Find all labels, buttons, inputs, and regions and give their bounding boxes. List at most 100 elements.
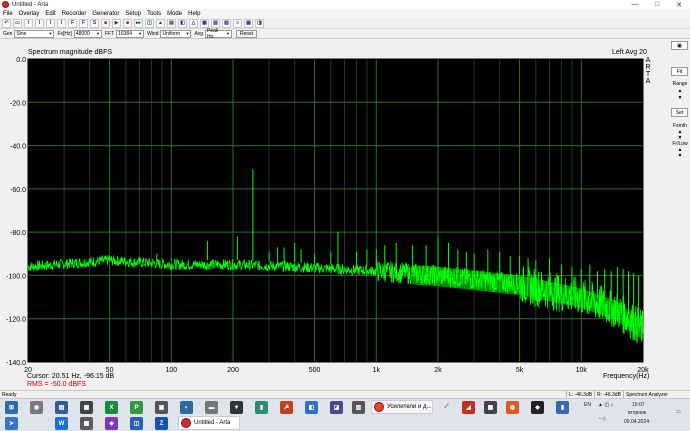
app-icon[interactable]: ▣ [155, 401, 168, 414]
z-app-icon[interactable]: Z [155, 417, 168, 430]
split-button[interactable]: ◧ [178, 18, 188, 28]
menu-help[interactable]: Help [185, 11, 203, 17]
app-icon[interactable]: ▼ [230, 401, 243, 414]
clock-time[interactable]: 15:07 [632, 402, 645, 408]
menu-setup[interactable]: Setup [122, 11, 144, 17]
tile-button[interactable]: ▩ [244, 18, 254, 28]
impulse-button-3[interactable]: I [46, 18, 55, 28]
y-tick-label: -140.0 [6, 360, 26, 367]
menu-edit[interactable]: Edit [42, 11, 58, 17]
menu-tools[interactable]: Tools [144, 11, 164, 17]
wind-select[interactable]: Uniform ▼ [160, 29, 192, 38]
notification-icon[interactable]: ▭ [676, 409, 681, 415]
gen-select[interactable]: Sine ▼ [14, 29, 55, 38]
taskbar-window-label: Untitled - Arta [194, 420, 231, 426]
fft-label: FFT [104, 30, 115, 37]
menu-mode[interactable]: Mode [164, 11, 185, 17]
fhilow-down-icon[interactable]: ▼ [676, 153, 684, 159]
taskbar-window-browser[interactable]: Усилители и д... [371, 400, 433, 414]
arta-window: Untitled - Arta — □ ✕ File Overlay Edit … [0, 0, 690, 399]
app-icon[interactable]: ▥ [352, 401, 365, 414]
app-icon[interactable]: ◆ [531, 401, 544, 414]
gen-value: Sine [16, 30, 27, 37]
freq-resp-button-2[interactable]: F [79, 18, 88, 28]
fit-button[interactable]: Fit [671, 67, 688, 76]
spectrum-button[interactable]: S [90, 18, 99, 28]
start-icon[interactable]: ⊞ [5, 401, 18, 414]
copy-button[interactable]: ◨ [255, 18, 265, 28]
app-icon[interactable]: ▤ [55, 401, 68, 414]
menu-file[interactable]: File [0, 11, 16, 17]
record-stop-button[interactable]: ■ [101, 18, 110, 28]
app-icon[interactable]: ▮ [255, 401, 268, 414]
app-icon[interactable]: ▩ [80, 417, 93, 430]
app-icon[interactable]: ◈ [105, 417, 118, 430]
spectrum-plot-area: Spectrum magnitude dBFS Left Avg 20 A R … [0, 40, 690, 390]
marker-button[interactable]: △ [189, 18, 199, 28]
x-tick-label: 200 [227, 367, 239, 374]
play-button[interactable]: ▶ [112, 18, 121, 28]
app-icon[interactable]: ▦ [80, 401, 93, 414]
spectrum-chart[interactable]: 20 50 100 200 500 1k 2k 5k 10k 20k0.0-20.0-40.0-6… [0, 40, 690, 375]
tray-icons[interactable]: ▲ ◫ ♪ [598, 402, 613, 408]
taskbar-window-arta[interactable]: Untitled - Arta [178, 416, 240, 430]
level-button[interactable]: ▲ [156, 18, 166, 28]
avg-label: Avg [194, 30, 204, 37]
impulse-button-4[interactable]: I [57, 18, 66, 28]
menu-generator[interactable]: Generator [89, 11, 122, 17]
range-up-icon[interactable]: ▲ [676, 88, 684, 94]
open-button[interactable]: ▭ [13, 18, 22, 28]
panel-button[interactable]: ▧ [211, 18, 221, 28]
list-button[interactable]: ≡ [233, 18, 243, 28]
x-tick-label: 2k [434, 367, 442, 374]
app-icon[interactable]: ▮ [556, 401, 569, 414]
telegram-icon[interactable]: ➤ [5, 417, 18, 430]
clock-day[interactable]: вторник [628, 410, 646, 416]
app-icon[interactable]: ⟋ [440, 401, 453, 414]
impulse-button-2[interactable]: I [35, 18, 44, 28]
view-button[interactable]: ◫ [145, 18, 155, 28]
y-tick-label: -120.0 [6, 317, 26, 324]
app-icon[interactable]: ☭ [280, 401, 293, 414]
close-button[interactable]: ✕ [668, 0, 690, 9]
table-button[interactable]: ▤ [167, 18, 177, 28]
plot-background [28, 59, 643, 362]
minimize-button[interactable]: — [624, 0, 646, 9]
menu-overlay[interactable]: Overlay [16, 11, 43, 17]
reset-button[interactable]: Reset [236, 29, 258, 38]
app-icon[interactable]: ◫ [130, 417, 143, 430]
panel-button-2[interactable]: ▨ [222, 18, 232, 28]
stop-button[interactable]: ■ [123, 18, 132, 28]
language-indicator[interactable]: EN [584, 402, 591, 408]
fft-select[interactable]: 16384 ▼ [116, 29, 145, 38]
x-axis-label: Frequency(Hz) [603, 373, 650, 380]
word-icon[interactable]: W [55, 417, 68, 430]
app-icon[interactable]: ◧ [305, 401, 318, 414]
app-icon[interactable]: ◢ [462, 401, 475, 414]
network-icon[interactable]: ◔ ◇ [598, 416, 606, 422]
impulse-button[interactable]: I [24, 18, 33, 28]
fs-select[interactable]: 48000 ▼ [73, 29, 102, 38]
excel-icon[interactable]: X [105, 401, 118, 414]
chrome-icon[interactable]: ◉ [30, 401, 43, 414]
app-icon[interactable]: ◐ [180, 401, 193, 414]
app-icon[interactable]: ◪ [330, 401, 343, 414]
step-button[interactable]: ▸▸ [134, 18, 144, 28]
app-icon[interactable]: ▬ [205, 401, 218, 414]
firefox-icon[interactable]: ◍ [506, 401, 519, 414]
taskbar: ⊞ ➤ ◉ ▤ W ▦ ▩ X ◈ P ◫ ▣ Z ◐ ▬ ▼ ▮ ☭ ◧ ◪ … [0, 398, 690, 431]
app-icon[interactable]: P [130, 401, 143, 414]
app-icon[interactable]: ▦ [484, 401, 497, 414]
x-tick-label: 500 [309, 367, 321, 374]
grid-button[interactable]: ▦ [200, 18, 210, 28]
undo-button[interactable]: ↶ [2, 18, 11, 28]
maximize-button[interactable]: □ [646, 0, 668, 9]
menu-recorder[interactable]: Recorder [59, 11, 90, 17]
freq-resp-button[interactable]: F [68, 18, 77, 28]
clock-date[interactable]: 09.04.2024 [624, 419, 649, 425]
set-button[interactable]: Set [671, 108, 688, 117]
avg-select[interactable]: Peak Ho ▼ [205, 28, 233, 40]
title-bar: Untitled - Arta — □ ✕ [0, 0, 690, 9]
top-button[interactable]: ▣ [671, 41, 688, 50]
range-down-icon[interactable]: ▼ [676, 95, 684, 101]
